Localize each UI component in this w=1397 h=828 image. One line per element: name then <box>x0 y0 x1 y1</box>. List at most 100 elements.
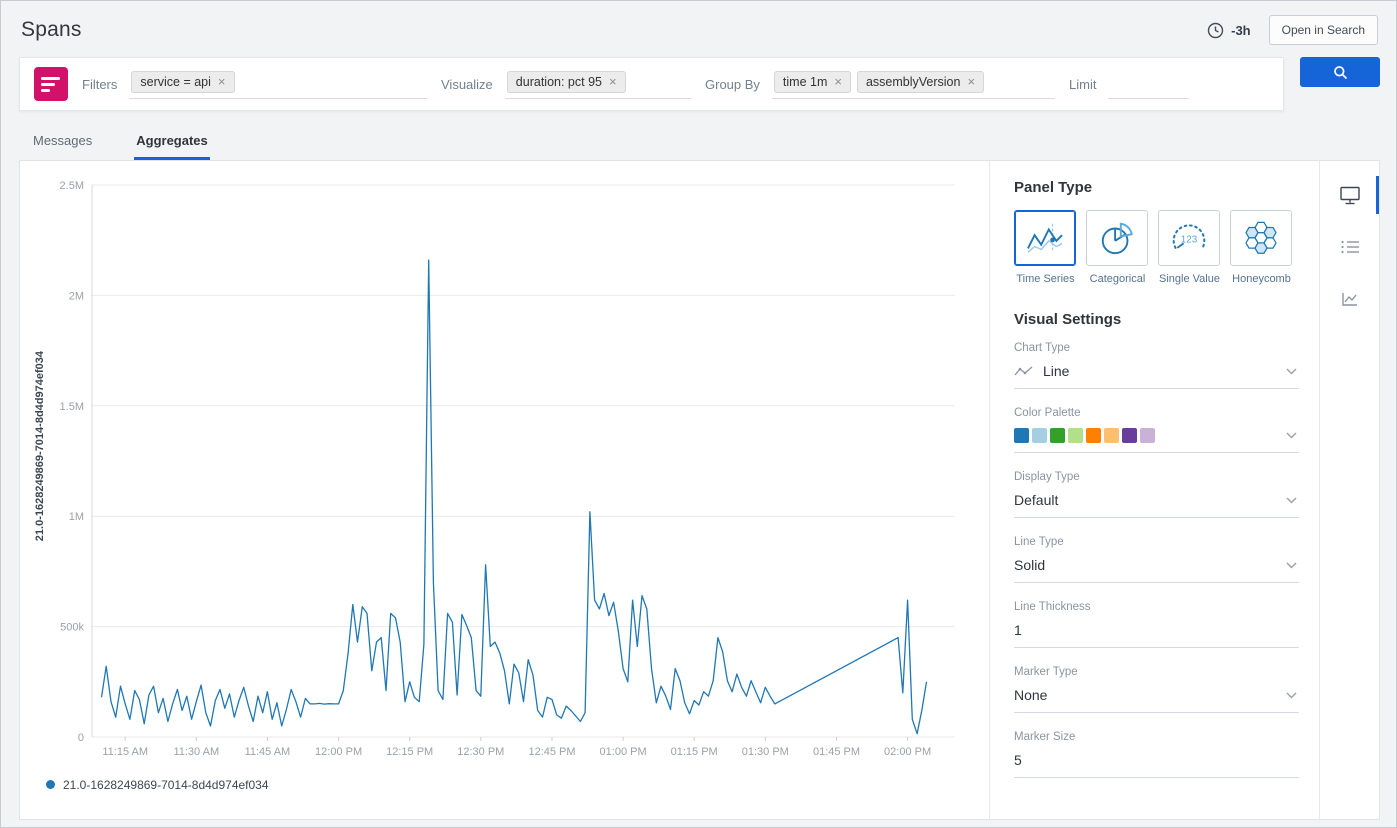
filters-input[interactable]: service = api × <box>129 69 427 99</box>
tab-messages[interactable]: Messages <box>31 125 94 160</box>
line-type-select[interactable]: Solid <box>1014 550 1299 583</box>
limit-input-line[interactable] <box>1108 69 1189 99</box>
chip-label: duration: pct 95 <box>516 75 602 89</box>
display-type-field: Display Type Default <box>1014 471 1299 518</box>
tab-bar: Messages Aggregates <box>31 125 1396 160</box>
page-header: Spans -3h Open in Search <box>1 1 1396 55</box>
chevron-down-icon <box>1286 692 1297 699</box>
group-by-chip[interactable]: assemblyVersion × <box>857 71 984 93</box>
color-palette-label: Color Palette <box>1014 407 1299 419</box>
visualize-chip[interactable]: duration: pct 95 × <box>507 71 626 93</box>
toolbar-chart[interactable] <box>1320 277 1379 321</box>
marker-size-field: Marker Size 5 <box>1014 731 1299 778</box>
remove-chip-icon[interactable]: × <box>609 75 617 88</box>
query-row: Filters service = api × Visualize durati… <box>19 57 1380 111</box>
line-type-value: Solid <box>1014 557 1045 573</box>
chart-type-select[interactable]: Line <box>1014 356 1299 389</box>
visualize-section: Visualize duration: pct 95 × <box>441 69 691 99</box>
remove-chip-icon[interactable]: × <box>834 75 842 88</box>
svg-text:2M: 2M <box>69 290 84 302</box>
time-series-icon <box>1024 220 1066 256</box>
chart-type-label: Chart Type <box>1014 342 1299 354</box>
marker-size-input[interactable]: 5 <box>1014 745 1299 778</box>
filter-chip[interactable]: service = api × <box>131 71 234 93</box>
svg-text:1M: 1M <box>69 511 84 523</box>
svg-text:11:45 AM: 11:45 AM <box>245 746 291 758</box>
remove-chip-icon[interactable]: × <box>218 75 226 88</box>
legend-label: 21.0-1628249869-7014-8d4d974ef034 <box>63 778 269 792</box>
page-title: Spans <box>21 18 82 42</box>
svg-text:11:15 AM: 11:15 AM <box>102 746 148 758</box>
panel-type-label: Time Series <box>1014 273 1077 285</box>
line-thickness-input[interactable]: 1 <box>1014 615 1299 648</box>
limit-input[interactable] <box>1110 73 1170 90</box>
svg-text:01:45 PM: 01:45 PM <box>813 746 860 758</box>
chip-label: time 1m <box>783 75 827 89</box>
color-palette-select[interactable] <box>1014 421 1299 453</box>
timeseries-chart[interactable]: 0500k1M1.5M2M2.5M11:15 AM11:30 AM11:45 A… <box>30 171 970 769</box>
svg-text:11:30 AM: 11:30 AM <box>173 746 219 758</box>
gauge-icon: 123 <box>1168 220 1210 256</box>
query-panel-icon <box>34 67 68 101</box>
marker-size-value: 5 <box>1014 752 1022 768</box>
marker-type-select[interactable]: None <box>1014 680 1299 713</box>
panel-type-label: Categorical <box>1086 273 1149 285</box>
svg-text:02:00 PM: 02:00 PM <box>884 746 931 758</box>
chart-type-value: Line <box>1043 363 1069 379</box>
palette-swatch <box>1104 428 1119 443</box>
display-type-select[interactable]: Default <box>1014 485 1299 518</box>
svg-text:01:30 PM: 01:30 PM <box>742 746 789 758</box>
legend-item[interactable]: 21.0-1628249869-7014-8d4d974ef034 <box>46 778 269 792</box>
open-in-search-button[interactable]: Open in Search <box>1269 15 1378 45</box>
visualize-input[interactable]: duration: pct 95 × <box>505 69 691 99</box>
color-palette-field: Color Palette <box>1014 407 1299 453</box>
panel-type-label: Honeycomb <box>1230 273 1293 285</box>
line-type-label: Line Type <box>1014 536 1299 548</box>
svg-text:12:45 PM: 12:45 PM <box>528 746 575 758</box>
svg-text:01:00 PM: 01:00 PM <box>600 746 647 758</box>
chart-legend: 21.0-1628249869-7014-8d4d974ef034 <box>46 776 985 794</box>
chevron-down-icon <box>1286 562 1297 569</box>
group-by-chip[interactable]: time 1m × <box>774 71 851 93</box>
marker-type-value: None <box>1014 687 1047 703</box>
display-type-value: Default <box>1014 492 1058 508</box>
panel-type-categorical[interactable] <box>1086 210 1148 266</box>
search-button[interactable] <box>1300 57 1380 87</box>
chip-label: service = api <box>140 75 211 89</box>
toolbar-legend[interactable] <box>1320 225 1379 269</box>
line-icon <box>1014 365 1034 377</box>
palette-swatch <box>1014 428 1029 443</box>
palette-swatch <box>1068 428 1083 443</box>
remove-chip-icon[interactable]: × <box>967 75 975 88</box>
limit-label: Limit <box>1069 77 1096 92</box>
panel-type-title: Panel Type <box>1014 179 1299 196</box>
svg-text:12:00 PM: 12:00 PM <box>315 746 362 758</box>
filters-label: Filters <box>82 77 117 92</box>
svg-text:500k: 500k <box>60 622 84 634</box>
spans-page: Spans -3h Open in Search Filters ser <box>0 0 1397 828</box>
list-icon <box>1340 239 1360 255</box>
svg-text:2.5M: 2.5M <box>60 180 84 192</box>
chevron-down-icon <box>1286 368 1297 375</box>
legend-dot <box>46 780 55 789</box>
clock-icon <box>1207 22 1224 39</box>
tab-aggregates[interactable]: Aggregates <box>134 125 210 160</box>
toolbar-preview[interactable] <box>1320 173 1379 217</box>
settings-panel: Panel Type Time Series <box>989 161 1319 819</box>
panel-type-time-series[interactable] <box>1014 210 1076 266</box>
group-by-label: Group By <box>705 77 760 92</box>
time-range-label: -3h <box>1231 23 1251 38</box>
svg-text:0: 0 <box>78 732 84 744</box>
svg-text:01:15 PM: 01:15 PM <box>671 746 718 758</box>
visual-settings-title: Visual Settings <box>1014 311 1299 328</box>
group-by-input[interactable]: time 1m × assemblyVersion × <box>772 69 1055 99</box>
line-type-field: Line Type Solid <box>1014 536 1299 583</box>
chart-section: 21.0-1628249869-7014-8d4d974ef034 0 500k 1… <box>20 161 989 819</box>
panel-toolbar <box>1319 161 1379 819</box>
filters-section: Filters service = api × <box>82 69 427 99</box>
panel-type-honeycomb[interactable] <box>1230 210 1292 266</box>
panel-type-single-value[interactable]: 123 <box>1158 210 1220 266</box>
time-range-control[interactable]: -3h <box>1207 22 1251 39</box>
palette-swatch <box>1140 428 1155 443</box>
panel-type-label: Single Value <box>1158 273 1221 285</box>
